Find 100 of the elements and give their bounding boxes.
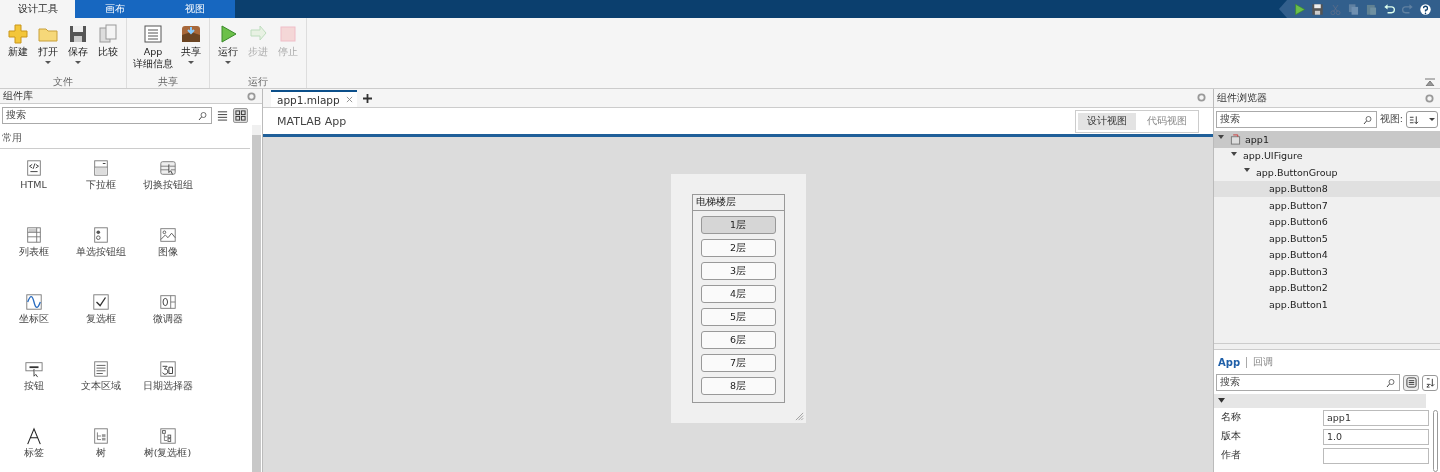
search-field[interactable]: 搜索 <box>1216 374 1400 391</box>
tree-label: app.Button4 <box>1269 249 1328 261</box>
checkbox-icon <box>91 293 110 311</box>
floor-button[interactable]: 5层 <box>700 308 776 326</box>
component-item[interactable]: 坐标区 <box>0 293 67 360</box>
component-item[interactable]: 微调器 <box>134 293 201 360</box>
image-icon <box>158 226 177 244</box>
resize-grip-icon[interactable] <box>794 412 804 421</box>
caret-icon <box>1429 118 1435 121</box>
floor-button[interactable]: 7层 <box>700 354 776 372</box>
view-toggle[interactable]: 设计视图 <box>1078 112 1136 130</box>
component-item[interactable]: 标签 <box>0 427 67 472</box>
help-icon[interactable] <box>1419 2 1432 16</box>
settings-icon[interactable] <box>247 91 256 101</box>
component-item[interactable]: 复选框 <box>67 293 134 360</box>
ribbon-tab[interactable]: 视图 <box>155 0 235 18</box>
component-item[interactable]: 图像 <box>134 226 201 293</box>
toolbar-button[interactable]: App 详细信息 <box>131 18 175 76</box>
component-item[interactable]: HTML <box>0 159 67 226</box>
sine-wave-icon <box>24 293 43 311</box>
tree-item[interactable]: app1 <box>1214 131 1440 148</box>
tree-label: app.Button8 <box>1269 183 1328 195</box>
sort-button[interactable] <box>1422 374 1438 391</box>
group-label: 运行 <box>247 76 269 88</box>
settings-icon[interactable] <box>1425 93 1434 103</box>
group-label: 文件 <box>52 76 74 88</box>
inspector-tab[interactable]: 回调 <box>1253 355 1274 369</box>
toolbar-button[interactable]: 共享 <box>177 18 205 76</box>
tree-label: app.Button3 <box>1269 265 1328 277</box>
sort-list-icon <box>1409 114 1419 125</box>
tree-label: app1 <box>1245 133 1269 145</box>
floor-button[interactable]: 2层 <box>700 239 776 257</box>
toggle-buttons-icon <box>158 159 177 177</box>
toolbar-button[interactable]: 打开 <box>34 18 62 76</box>
toolbar-button[interactable]: 保存 <box>64 18 92 76</box>
component-item[interactable]: 按钮 <box>0 360 67 427</box>
plus-icon <box>8 24 28 44</box>
collapse-icon[interactable] <box>1425 78 1435 86</box>
push-button-icon <box>24 360 43 378</box>
grid-view-button[interactable] <box>233 108 248 123</box>
property-field[interactable]: app1 <box>1323 409 1429 426</box>
code-file-icon <box>24 159 43 177</box>
check-tree-icon <box>158 427 177 445</box>
tab-label: app1.mlapp <box>277 93 340 106</box>
settings-icon[interactable] <box>1197 93 1206 102</box>
search-field[interactable]: 搜索 <box>1216 111 1377 128</box>
inspector-tab[interactable]: App <box>1218 356 1241 368</box>
add-tab-icon[interactable] <box>362 94 372 103</box>
floor-button[interactable]: 1层 <box>700 216 776 234</box>
view-toggle[interactable]: 代码视图 <box>1138 112 1196 130</box>
floor-button[interactable]: 4层 <box>700 285 776 303</box>
search-icon <box>198 110 208 121</box>
ribbon-tab[interactable]: 设计工具 <box>0 0 75 18</box>
view-dropdown[interactable] <box>1406 111 1438 128</box>
scrollbar[interactable] <box>252 125 261 472</box>
scrollbar[interactable] <box>1433 410 1438 472</box>
list-view-button[interactable] <box>215 108 230 123</box>
view-label: 视图: <box>1379 113 1403 126</box>
panel-title: 组件浏览器 <box>1217 91 1267 105</box>
list-document-icon <box>143 24 163 44</box>
component-item[interactable]: 树(复选框) <box>134 427 201 472</box>
app-title: MATLAB App <box>277 114 348 128</box>
listbox-icon <box>24 226 43 244</box>
panel-title: 组件库 <box>3 89 33 103</box>
component-item[interactable]: 文本区域 <box>67 360 134 427</box>
component-item[interactable]: 下拉框 <box>67 159 134 226</box>
tree-icon <box>91 427 110 445</box>
expand-arrow-icon[interactable] <box>1218 397 1225 405</box>
close-icon[interactable] <box>345 96 353 103</box>
floor-button[interactable]: 3层 <box>700 262 776 280</box>
property-name: 版本 <box>1221 430 1242 443</box>
component-item[interactable]: 树 <box>67 427 134 472</box>
section-header: 常用 <box>0 129 250 149</box>
expand-arrow-icon[interactable] <box>1231 151 1237 158</box>
component-item[interactable]: 日期选择器 <box>134 360 201 427</box>
component-item[interactable]: 单选按钮组 <box>67 226 134 293</box>
component-item[interactable]: 切换按钮组 <box>134 159 201 226</box>
spinner-icon <box>158 293 177 311</box>
component-item[interactable]: 列表框 <box>0 226 67 293</box>
property-field[interactable]: 1.0 <box>1323 428 1429 445</box>
radio-buttons-icon <box>91 226 110 244</box>
toolbar-button[interactable]: 新建 <box>4 18 32 76</box>
floor-button[interactable]: 6层 <box>700 331 776 349</box>
property-field[interactable] <box>1323 447 1429 464</box>
search-icon <box>1386 377 1396 388</box>
play-icon[interactable] <box>1293 2 1306 16</box>
toolbar-button[interactable]: 比较 <box>94 18 122 76</box>
text-lines-icon <box>91 360 110 378</box>
floor-button[interactable]: 8层 <box>700 377 776 395</box>
panel-title: 电梯楼层 <box>692 195 784 211</box>
grouped-view-button[interactable] <box>1403 374 1419 391</box>
ribbon-tab[interactable]: 画布 <box>75 0 155 18</box>
tree-label: app.Button5 <box>1269 232 1328 244</box>
undo-icon[interactable] <box>1383 2 1396 16</box>
share-box-icon <box>181 24 201 44</box>
search-field[interactable]: 搜索 <box>2 107 212 124</box>
tree-label: app.Button1 <box>1269 298 1328 310</box>
toolbar-button[interactable]: 运行 <box>214 18 242 76</box>
document-tab[interactable]: app1.mlapp <box>271 90 357 107</box>
search-icon <box>1362 114 1373 125</box>
